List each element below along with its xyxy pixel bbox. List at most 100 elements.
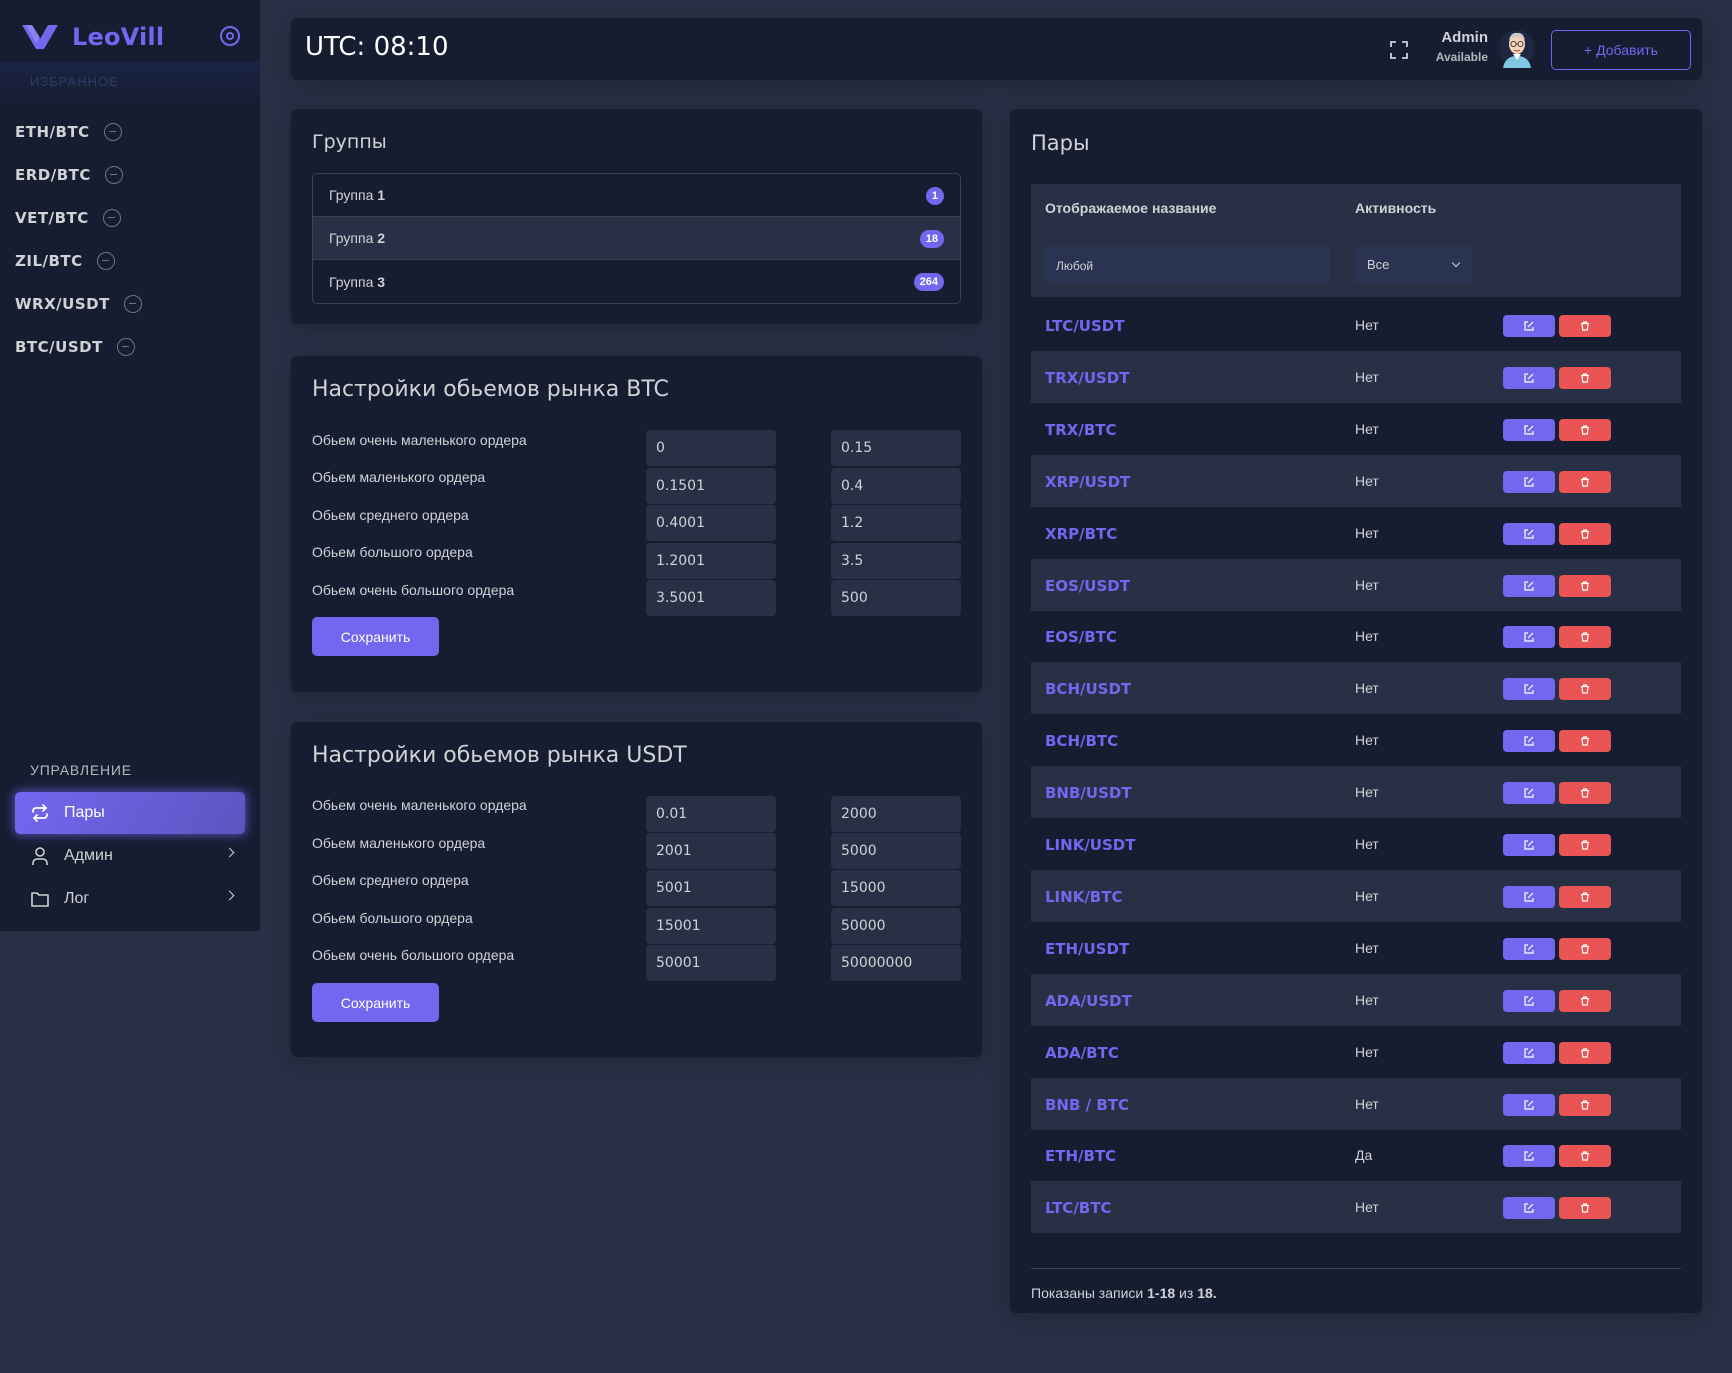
sidebar-toggle-icon[interactable]: [220, 26, 240, 46]
favorite-item[interactable]: ETH/BTC: [15, 110, 142, 153]
edit-button[interactable]: [1503, 418, 1555, 441]
group-item[interactable]: Группа 1 1: [313, 174, 960, 217]
volume-to-input[interactable]: 5000: [831, 833, 961, 869]
pair-name-link[interactable]: TRX/USDT: [1045, 369, 1130, 387]
volume-to-input[interactable]: 1.2: [831, 505, 961, 541]
sidebar-item-pairs[interactable]: Пары: [15, 792, 245, 834]
volume-to-input[interactable]: 500: [831, 580, 961, 616]
delete-button[interactable]: [1559, 1093, 1611, 1116]
delete-button[interactable]: [1559, 522, 1611, 545]
pair-name-link[interactable]: TRX/BTC: [1045, 421, 1117, 439]
delete-button[interactable]: [1559, 1145, 1611, 1168]
delete-button[interactable]: [1559, 366, 1611, 389]
pair-name-link[interactable]: LTC/BTC: [1045, 1199, 1111, 1217]
volume-from-input[interactable]: 1.2001: [646, 543, 776, 579]
delete-button[interactable]: [1559, 678, 1611, 701]
volume-from-input[interactable]: 0.01: [646, 796, 776, 832]
delete-button[interactable]: [1559, 574, 1611, 597]
edit-button[interactable]: [1503, 1041, 1555, 1064]
volume-to-input[interactable]: 2000: [831, 796, 961, 832]
delete-button[interactable]: [1559, 989, 1611, 1012]
volume-from-input[interactable]: 0.4001: [646, 505, 776, 541]
edit-button[interactable]: [1503, 574, 1555, 597]
delete-button[interactable]: [1559, 885, 1611, 908]
delete-button[interactable]: [1559, 1197, 1611, 1220]
volume-from-input[interactable]: 0.1501: [646, 468, 776, 504]
avatar[interactable]: [1499, 28, 1535, 68]
edit-button[interactable]: [1503, 1145, 1555, 1168]
pair-name-link[interactable]: ADA/BTC: [1045, 1044, 1119, 1062]
name-filter-input[interactable]: Любой: [1045, 246, 1329, 284]
delete-button[interactable]: [1559, 937, 1611, 960]
volume-to-input[interactable]: 15000: [831, 870, 961, 906]
pair-name-link[interactable]: BNB/USDT: [1045, 784, 1132, 802]
volume-from-input[interactable]: 3.5001: [646, 580, 776, 616]
edit-button[interactable]: [1503, 989, 1555, 1012]
favorite-item[interactable]: VET/BTC: [15, 196, 142, 239]
volume-to-input[interactable]: 50000: [831, 908, 961, 944]
favorite-item[interactable]: ZIL/BTC: [15, 239, 142, 282]
delete-button[interactable]: [1559, 470, 1611, 493]
delete-button[interactable]: [1559, 730, 1611, 753]
edit-button[interactable]: [1503, 678, 1555, 701]
volume-to-input[interactable]: 0.4: [831, 468, 961, 504]
edit-button[interactable]: [1503, 1093, 1555, 1116]
pair-name-link[interactable]: ETH/USDT: [1045, 940, 1129, 958]
volume-from-input[interactable]: 5001: [646, 870, 776, 906]
edit-button[interactable]: [1503, 626, 1555, 649]
delete-button[interactable]: [1559, 782, 1611, 805]
favorite-item[interactable]: ERD/BTC: [15, 153, 142, 196]
volume-to-input[interactable]: 0.15: [831, 430, 961, 466]
favorite-item[interactable]: WRX/USDT: [15, 282, 142, 325]
edit-button[interactable]: [1503, 1197, 1555, 1220]
pair-name-link[interactable]: BCH/BTC: [1045, 732, 1118, 750]
remove-favorite-icon[interactable]: [104, 165, 123, 184]
remove-favorite-icon[interactable]: [116, 337, 135, 356]
delete-button[interactable]: [1559, 834, 1611, 856]
delete-button[interactable]: [1559, 418, 1611, 441]
pair-name-link[interactable]: EOS/BTC: [1045, 628, 1117, 646]
brand[interactable]: LeoVill: [22, 22, 164, 52]
activity-filter-select[interactable]: Все: [1355, 246, 1473, 284]
save-button[interactable]: Сохранить: [312, 983, 439, 1022]
remove-favorite-icon[interactable]: [102, 208, 121, 227]
sidebar-item-admin[interactable]: Админ: [15, 835, 245, 877]
pair-name-link[interactable]: BNB / BTC: [1045, 1096, 1129, 1114]
pair-name-link[interactable]: XRP/BTC: [1045, 525, 1117, 543]
add-button[interactable]: + Добавить: [1551, 30, 1691, 70]
pair-name-link[interactable]: LINK/USDT: [1045, 836, 1135, 854]
user-name[interactable]: Admin: [1441, 29, 1488, 46]
delete-button[interactable]: [1559, 1041, 1611, 1064]
fullscreen-icon[interactable]: [1390, 41, 1408, 59]
edit-button[interactable]: [1503, 470, 1555, 493]
save-button[interactable]: Сохранить: [312, 617, 439, 656]
edit-button[interactable]: [1503, 522, 1555, 545]
volume-from-input[interactable]: 2001: [646, 833, 776, 869]
edit-button[interactable]: [1503, 315, 1555, 337]
pair-name-link[interactable]: LTC/USDT: [1045, 317, 1124, 335]
edit-button[interactable]: [1503, 885, 1555, 908]
pair-name-link[interactable]: ADA/USDT: [1045, 992, 1132, 1010]
edit-button[interactable]: [1503, 834, 1555, 856]
group-item[interactable]: Группа 2 18: [313, 217, 960, 260]
sidebar-item-log[interactable]: Лог: [15, 878, 245, 920]
pair-name-link[interactable]: BCH/USDT: [1045, 680, 1131, 698]
pair-name-link[interactable]: EOS/USDT: [1045, 577, 1130, 595]
favorite-item[interactable]: BTC/USDT: [15, 325, 142, 368]
remove-favorite-icon[interactable]: [103, 122, 122, 141]
volume-from-input[interactable]: 0: [646, 430, 776, 466]
pair-name-link[interactable]: XRP/USDT: [1045, 473, 1130, 491]
remove-favorite-icon[interactable]: [96, 251, 115, 270]
edit-button[interactable]: [1503, 782, 1555, 805]
edit-button[interactable]: [1503, 366, 1555, 389]
volume-to-input[interactable]: 50000000: [831, 945, 961, 981]
remove-favorite-icon[interactable]: [123, 294, 142, 313]
volume-from-input[interactable]: 15001: [646, 908, 776, 944]
group-item[interactable]: Группа 3 264: [313, 260, 960, 303]
volume-from-input[interactable]: 50001: [646, 945, 776, 981]
pair-name-link[interactable]: ETH/BTC: [1045, 1147, 1116, 1165]
pair-name-link[interactable]: LINK/BTC: [1045, 888, 1122, 906]
delete-button[interactable]: [1559, 626, 1611, 649]
delete-button[interactable]: [1559, 315, 1611, 337]
edit-button[interactable]: [1503, 937, 1555, 960]
